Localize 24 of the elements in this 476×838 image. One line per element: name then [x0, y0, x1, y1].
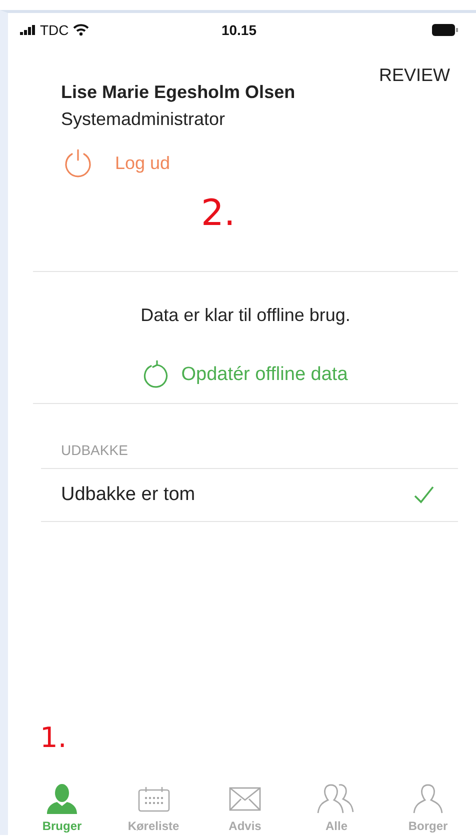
- battery-icon: [432, 24, 458, 36]
- review-button[interactable]: REVIEW: [378, 65, 450, 86]
- tab-bar-item[interactable]: Alle: [296, 783, 376, 835]
- tab-bar-item[interactable]: Køreliste: [114, 783, 194, 835]
- outbox-row[interactable]: Udbakke er tom: [41, 468, 458, 522]
- user-name: Lise Marie Egesholm Olsen: [61, 82, 296, 103]
- logout-button[interactable]: Log ud: [63, 148, 170, 178]
- section-heading: UDBAKKE: [60, 442, 128, 460]
- tab-bar-item[interactable]: Advis: [205, 783, 285, 835]
- refresh-data-button[interactable]: Opdatér offline data: [143, 360, 348, 390]
- people-icon: [316, 783, 356, 815]
- annotation-mark: 1.: [40, 721, 67, 754]
- user-role: Systemadministrator: [61, 109, 226, 130]
- tab-bar-item[interactable]: Bruger: [22, 783, 102, 835]
- carrier-name: TDC: [40, 22, 69, 38]
- wifi-icon: [72, 24, 89, 36]
- person-outline-icon: [413, 783, 443, 815]
- clock-time: 10.15: [221, 22, 257, 38]
- power-icon: [63, 148, 93, 178]
- tab-bar-item[interactable]: Borger: [388, 783, 468, 835]
- sync-status-text: Data er klar til offline brug.: [140, 305, 350, 326]
- signal-icon: [20, 25, 36, 35]
- person-icon: [45, 783, 79, 815]
- annotation-mark: 2.: [201, 193, 236, 234]
